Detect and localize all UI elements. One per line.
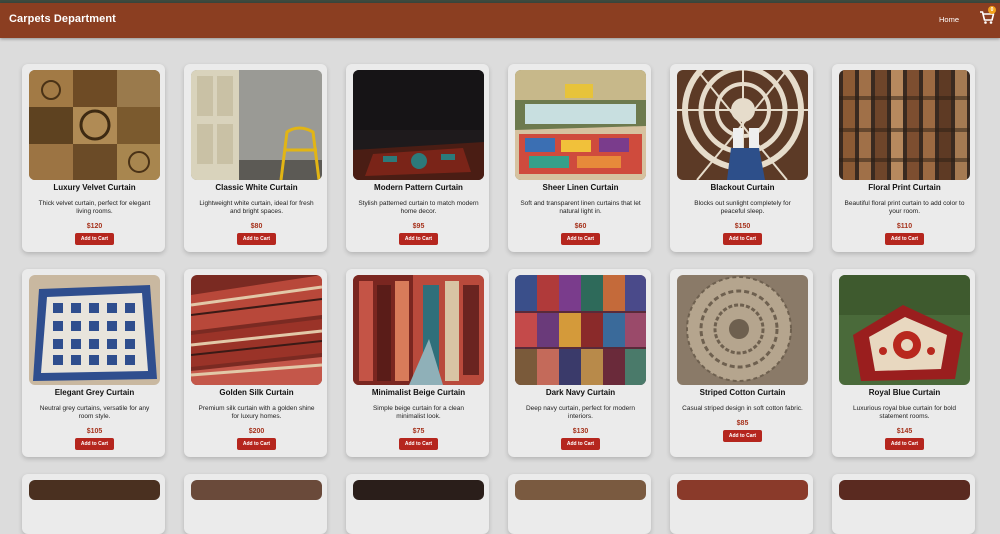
product-card: Royal Blue Curtain Luxurious royal blue …: [832, 269, 975, 457]
product-description: Beautiful floral print curtain to add co…: [844, 200, 965, 215]
product-title: Minimalist Beige Curtain: [371, 388, 466, 397]
product-title: Floral Print Curtain: [868, 183, 941, 192]
cart-count-badge: 0: [988, 6, 996, 14]
add-to-cart-button[interactable]: Add to Cart: [561, 438, 600, 450]
product-price: $200: [248, 428, 265, 435]
product-description: Casual striped design in soft cotton fab…: [682, 405, 803, 412]
add-to-cart-button[interactable]: Add to Cart: [885, 233, 924, 245]
product-price: $110: [896, 223, 913, 230]
product-image: [353, 70, 484, 180]
product-card: Dark Navy Curtain Deep navy curtain, per…: [508, 269, 651, 457]
product-price: $80: [250, 223, 263, 230]
product-description: Stylish patterned curtain to match moder…: [358, 200, 479, 215]
product-card: Minimalist Beige Curtain Simple beige cu…: [346, 269, 489, 457]
product-image: [839, 70, 970, 180]
product-price: $120: [86, 223, 103, 230]
product-description: Premium silk curtain with a golden shine…: [198, 405, 315, 420]
product-title: Modern Pattern Curtain: [374, 183, 463, 192]
add-to-cart-button[interactable]: Add to Cart: [237, 233, 276, 245]
product-price: $150: [734, 223, 751, 230]
product-image: [839, 275, 970, 385]
product-image: [677, 275, 808, 385]
site-header: Carpets Department Home: [0, 3, 1000, 38]
product-image: [353, 480, 484, 500]
product-card: Sheer Linen Curtain Soft and transparent…: [508, 64, 651, 252]
add-to-cart-button[interactable]: Add to Cart: [75, 233, 114, 245]
product-image: [353, 275, 484, 385]
product-image: [515, 480, 646, 500]
product-image: [839, 480, 970, 500]
add-to-cart-button[interactable]: Add to Cart: [399, 438, 438, 450]
add-to-cart-button[interactable]: Add to Cart: [237, 438, 276, 450]
product-image: [29, 70, 160, 180]
add-to-cart-button[interactable]: Add to Cart: [723, 430, 762, 442]
product-price: $145: [896, 428, 913, 435]
product-description: Soft and transparent linen curtains that…: [520, 200, 641, 215]
product-image: [515, 70, 646, 180]
product-image: [191, 480, 322, 500]
product-description: Luxurious royal blue curtain for bold st…: [853, 405, 956, 420]
product-price: $60: [574, 223, 587, 230]
product-description: Simple beige curtain for a clean minimal…: [372, 405, 465, 420]
product-price: $95: [412, 223, 425, 230]
product-card: Modern Pattern Curtain Stylish patterned…: [346, 64, 489, 252]
product-description: Blocks out sunlight completely for peace…: [694, 200, 791, 215]
product-image: [515, 275, 646, 385]
add-to-cart-button[interactable]: Add to Cart: [399, 233, 438, 245]
product-title: Dark Navy Curtain: [545, 388, 616, 397]
product-title: Classic White Curtain: [215, 183, 298, 192]
product-card: Striped Cotton Curtain Casual striped de…: [670, 269, 813, 457]
product-title: Royal Blue Curtain: [868, 388, 941, 397]
product-card: [670, 474, 813, 534]
product-image: [29, 275, 160, 385]
add-to-cart-button[interactable]: Add to Cart: [561, 233, 600, 245]
product-card: [22, 474, 165, 534]
product-title: Luxury Velvet Curtain: [53, 183, 136, 192]
product-title: Blackout Curtain: [710, 183, 775, 192]
product-card: [346, 474, 489, 534]
product-description: Lightweight white curtain, ideal for fre…: [199, 200, 314, 215]
product-image: [677, 480, 808, 500]
add-to-cart-button[interactable]: Add to Cart: [885, 438, 924, 450]
product-price: $75: [412, 428, 425, 435]
product-image: [191, 275, 322, 385]
product-card: Floral Print Curtain Beautiful floral pr…: [832, 64, 975, 252]
product-card: [508, 474, 651, 534]
product-description: Neutral grey curtains, versatile for any…: [39, 405, 150, 420]
product-image: [677, 70, 808, 180]
product-price: $85: [736, 420, 749, 427]
product-card: Blackout Curtain Blocks out sunlight com…: [670, 64, 813, 252]
product-title: Sheer Linen Curtain: [542, 183, 619, 192]
product-card: [832, 474, 975, 534]
product-title: Golden Silk Curtain: [219, 388, 294, 397]
add-to-cart-button[interactable]: Add to Cart: [75, 438, 114, 450]
product-title: Elegant Grey Curtain: [54, 388, 135, 397]
nav-home-link[interactable]: Home: [939, 15, 959, 24]
product-image: [191, 70, 322, 180]
add-to-cart-button[interactable]: Add to Cart: [723, 233, 762, 245]
product-card: [184, 474, 327, 534]
product-card: Classic White Curtain Lightweight white …: [184, 64, 327, 252]
product-card: Golden Silk Curtain Premium silk curtain…: [184, 269, 327, 457]
product-price: $105: [86, 428, 103, 435]
product-card: Luxury Velvet Curtain Thick velvet curta…: [22, 64, 165, 252]
site-title[interactable]: Carpets Department: [9, 13, 116, 25]
product-price: $130: [572, 428, 589, 435]
product-card: Elegant Grey Curtain Neutral grey curtai…: [22, 269, 165, 457]
product-image: [29, 480, 160, 500]
product-description: Deep navy curtain, perfect for modern in…: [525, 405, 636, 420]
product-description: Thick velvet curtain, perfect for elegan…: [38, 200, 151, 215]
product-title: Striped Cotton Curtain: [699, 388, 786, 397]
